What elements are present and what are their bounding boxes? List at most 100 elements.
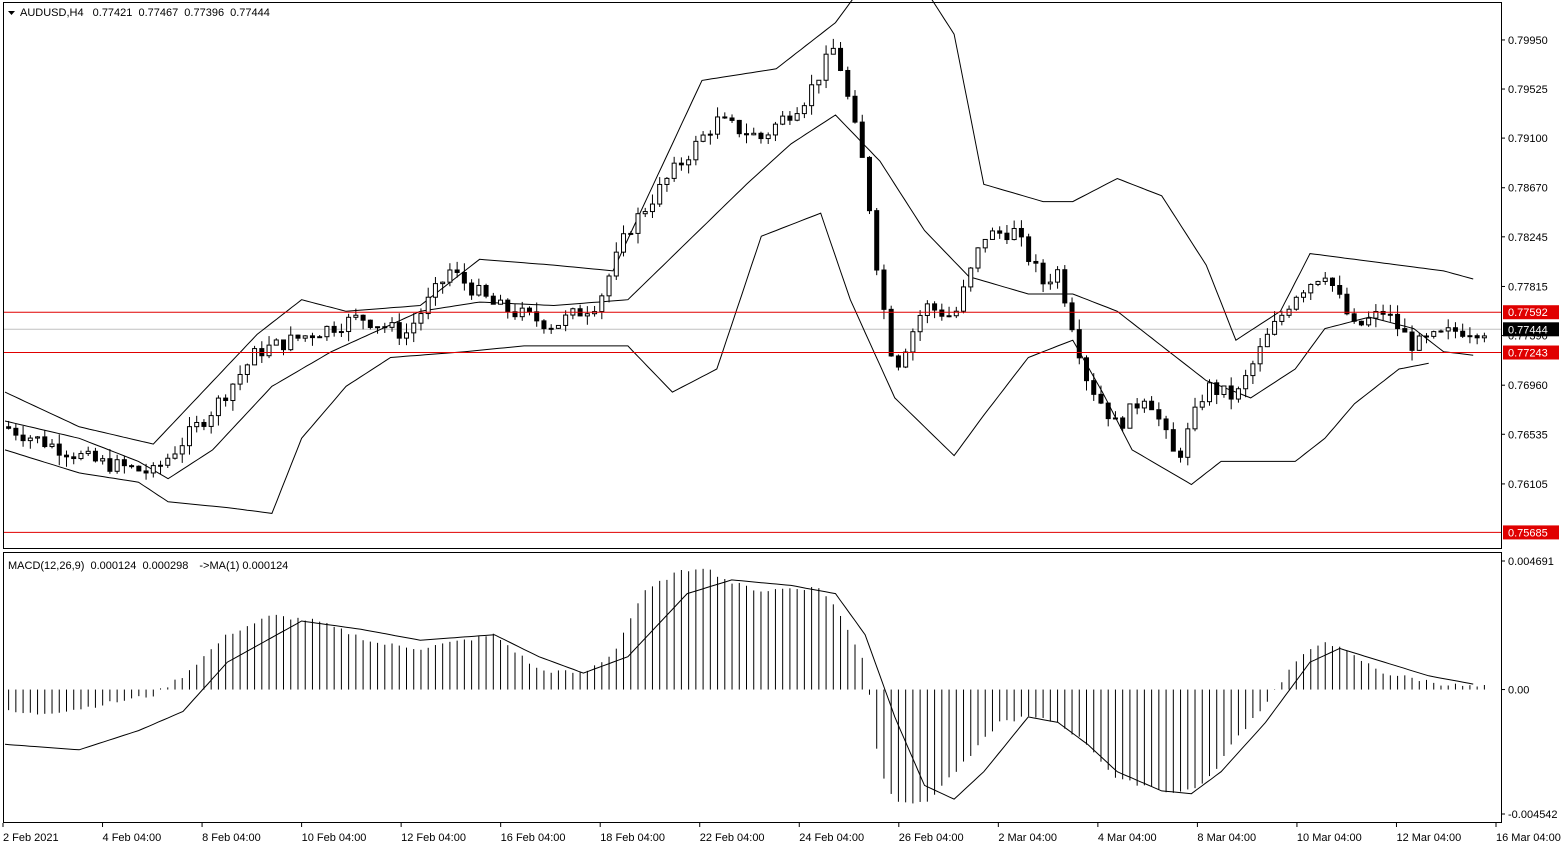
candle xyxy=(1358,320,1364,327)
candle-body-bull xyxy=(1438,330,1444,333)
candle-body-bull xyxy=(671,162,677,179)
candle-body-bear xyxy=(490,295,496,305)
candle-body-bull xyxy=(447,269,453,283)
candle-body-bull xyxy=(707,133,713,136)
candle-body-bear xyxy=(1004,232,1010,241)
candle-body-bull xyxy=(555,324,561,329)
candle-body-bull xyxy=(657,183,663,205)
time-tick-label: 8 Mar 04:00 xyxy=(1197,832,1256,844)
candle-body-bull xyxy=(816,79,822,86)
candle-body-bear xyxy=(1409,331,1415,351)
candle-body-bear xyxy=(1170,429,1176,452)
candle-body-bear xyxy=(505,299,511,313)
candle xyxy=(252,345,258,366)
candle-body-bull xyxy=(1206,382,1212,403)
candle-body-bear xyxy=(874,210,880,271)
high-value: 0.77467 xyxy=(138,7,178,19)
candle-body-bull xyxy=(244,364,250,375)
candle-body-bear xyxy=(1474,335,1480,339)
candle-body-bull xyxy=(158,464,164,467)
candle-body-bear xyxy=(454,269,460,273)
candle-body-bear xyxy=(129,465,135,468)
candle xyxy=(888,305,894,357)
candle-body-bull xyxy=(1301,292,1307,298)
candle-body-bull xyxy=(237,373,243,385)
candle-body-bull xyxy=(823,53,829,81)
candle-body-bear xyxy=(838,47,844,71)
candle-body-bull xyxy=(1264,333,1270,348)
candle-body-bull xyxy=(418,313,424,324)
candle xyxy=(1127,403,1133,429)
level-label: 0.75685 xyxy=(1508,527,1548,539)
candle-body-bear xyxy=(845,69,851,97)
candle-body-bull xyxy=(266,344,272,357)
candle-body-bull xyxy=(693,140,699,161)
candle-body-bull xyxy=(1366,317,1372,326)
macd-tick-label: -0.004542 xyxy=(1508,809,1558,821)
candle-body-bull xyxy=(700,134,706,142)
candle-body-bear xyxy=(534,311,540,322)
candle-body-bull xyxy=(165,457,171,466)
macd-pane[interactable] xyxy=(3,552,1502,823)
candle xyxy=(1062,265,1068,307)
candle-body-bull xyxy=(1467,335,1473,338)
candle-body-bull xyxy=(563,314,569,326)
candle-body-bull xyxy=(1127,403,1133,429)
candle-body-bull xyxy=(1199,401,1205,408)
candle-body-bull xyxy=(1055,269,1061,283)
candle xyxy=(874,207,880,276)
candle-body-bear xyxy=(1134,403,1140,409)
time-tick-label: 26 Feb 04:00 xyxy=(899,832,964,844)
candle-body-bear xyxy=(360,314,366,321)
candle-body-bull xyxy=(403,332,409,339)
candle-body-bull xyxy=(1279,314,1285,322)
price-tick-label: 0.76960 xyxy=(1508,380,1548,392)
candle xyxy=(866,156,872,215)
candle-body-bull xyxy=(324,325,330,338)
price-axis: 0.79950 0.79525 0.79100 0.78670 0.78245 0.778… xyxy=(1501,35,1548,491)
candle-body-bear xyxy=(1387,313,1393,316)
time-tick-label: 16 Feb 04:00 xyxy=(501,832,566,844)
candle-body-bull xyxy=(801,105,807,115)
candle-body-bull xyxy=(1243,375,1249,390)
candle-body-bear xyxy=(744,133,749,136)
candle-body-bull xyxy=(1308,283,1314,294)
candle-body-bear xyxy=(852,95,858,123)
candle-body-bull xyxy=(1315,280,1321,285)
candle-body-bear xyxy=(1149,400,1155,411)
candle-body-bear xyxy=(331,325,337,333)
time-tick-label: 4 Feb 04:00 xyxy=(103,832,162,844)
candle-body-bull xyxy=(346,316,352,333)
candle-body-bear xyxy=(1178,450,1184,458)
candle-body-bear xyxy=(92,450,98,462)
candle-body-bear xyxy=(1040,262,1046,285)
candle-body-bull xyxy=(150,465,156,474)
candle-body-bull xyxy=(1192,406,1198,430)
candle-body-bull xyxy=(621,233,627,253)
candle-body-bull xyxy=(794,113,800,121)
time-tick-label: 10 Mar 04:00 xyxy=(1297,832,1362,844)
candle-body-bull xyxy=(1272,320,1278,335)
candle-body-bull xyxy=(78,453,84,460)
price-pane[interactable] xyxy=(3,2,1502,549)
candle-body-bear xyxy=(1076,329,1082,359)
candle-body-bull xyxy=(635,213,641,234)
candle xyxy=(845,66,851,100)
candle-body-bull xyxy=(273,339,279,346)
time-tick-label: 2 Feb 2021 xyxy=(3,832,59,844)
candle-body-bull xyxy=(780,115,786,125)
candle-body-bear xyxy=(787,115,793,121)
candle-body-bear xyxy=(143,470,149,474)
candle-body-bull xyxy=(686,159,692,166)
candle-body-bear xyxy=(526,307,532,313)
candle-body-bull xyxy=(830,47,836,55)
macd-main-value: 0.000124 xyxy=(90,560,136,572)
macd-ma-value: 0.000124 xyxy=(242,560,288,572)
candle-body-bull xyxy=(338,331,344,334)
candle-body-bull xyxy=(1112,417,1118,420)
candle-body-bull xyxy=(751,132,757,136)
candle-body-bull xyxy=(548,327,554,330)
price-tick-label: 0.78670 xyxy=(1508,183,1548,195)
candle-body-bull xyxy=(946,315,952,318)
candle-body-bear xyxy=(736,119,742,135)
